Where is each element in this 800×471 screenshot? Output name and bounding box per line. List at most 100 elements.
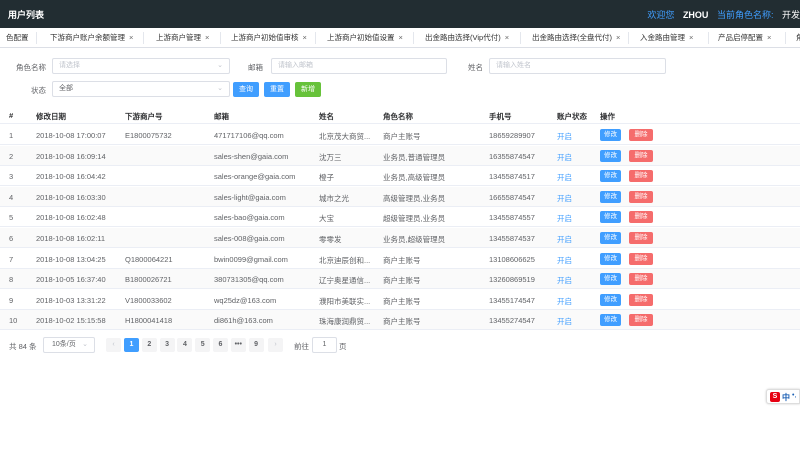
cell-phone: 13455874537	[489, 234, 535, 243]
tab-upstream-init-review[interactable]: 上游商户初始值审核 ×	[223, 28, 307, 47]
edit-button[interactable]: 修改	[600, 273, 621, 286]
cell-role: 商户主账号	[383, 255, 421, 265]
close-icon[interactable]: ×	[767, 33, 771, 42]
edit-button[interactable]: 修改	[600, 149, 621, 162]
cell-phone: 13260869519	[489, 275, 535, 285]
close-icon[interactable]: ×	[399, 33, 403, 42]
close-icon[interactable]: ×	[505, 33, 509, 42]
delete-button[interactable]: 删除	[629, 293, 653, 306]
page-size-select[interactable]: 10条/页 ⌄	[43, 337, 95, 353]
delete-button[interactable]: 删除	[629, 190, 653, 203]
tab-withdraw-full[interactable]: 出金路由选择(全盘代付) ×	[524, 28, 620, 47]
delete-button[interactable]: 删除	[629, 211, 653, 224]
ime-indicator[interactable]: S 中 •,	[766, 389, 800, 404]
edit-button[interactable]: 修改	[600, 293, 621, 306]
ime-mark: •,	[792, 392, 797, 399]
more-pages-button[interactable]: •••	[230, 338, 246, 352]
delete-button[interactable]: 删除	[629, 149, 653, 162]
cell-status[interactable]: 开启	[557, 255, 572, 266]
username[interactable]: ZHOU	[683, 10, 709, 20]
status-select[interactable]: 全部 ⌄	[52, 81, 230, 97]
tab-upstream-init-setting[interactable]: 上游商户初始值设置 ×	[319, 28, 403, 47]
close-icon[interactable]: ×	[303, 33, 307, 42]
cell-index: 4	[9, 192, 14, 202]
user-info: 欢迎您 ZHOU 当前角色名称: 开发	[647, 8, 800, 21]
table-row: 10 2018-10-02 15:15:58 H1800041418 di861h@1…	[0, 310, 800, 331]
email-input[interactable]: 请输入邮箱	[271, 58, 447, 74]
close-icon[interactable]: ×	[689, 33, 693, 42]
edit-button[interactable]: 修改	[600, 314, 621, 327]
delete-button[interactable]: 删除	[629, 232, 653, 244]
cell-merchant: E1800075732	[125, 131, 172, 140]
cell-status[interactable]: 开启	[557, 131, 572, 142]
cell-status[interactable]: 开启	[557, 234, 572, 245]
cell-role: 业务员,高级管理员	[383, 173, 446, 183]
col-name: 姓名	[319, 112, 334, 121]
query-button[interactable]: 查询	[233, 82, 259, 97]
tab-downstream-balance[interactable]: 下游商户账户余额管理 ×	[42, 28, 133, 47]
close-icon[interactable]: ×	[129, 33, 133, 42]
tab-deposit-routing[interactable]: 入金路由管理 ×	[632, 28, 693, 47]
table-row: 4 2018-10-08 16:03:30 sales-light@gaia.com…	[0, 186, 800, 207]
edit-button[interactable]: 修改	[600, 232, 621, 244]
reset-button[interactable]: 重置	[264, 82, 290, 97]
cell-status[interactable]: 开启	[557, 213, 572, 224]
delete-button[interactable]: 删除	[629, 273, 653, 286]
email-filter-label: 邮箱	[248, 63, 263, 72]
page-button[interactable]: 2	[141, 338, 157, 352]
tab-role[interactable]: 角	[788, 28, 800, 47]
edit-button[interactable]: 修改	[600, 129, 621, 141]
cell-role: 商户主账号	[383, 132, 421, 141]
ime-lang: 中	[782, 393, 790, 402]
close-icon[interactable]: ×	[205, 33, 209, 42]
tab-upstream-merchant[interactable]: 上游商户管理 ×	[148, 28, 209, 47]
cell-index: 3	[9, 172, 14, 182]
delete-button[interactable]: 删除	[629, 252, 653, 265]
cell-index: 10	[9, 316, 18, 326]
cell-role: 商户主账号	[383, 296, 421, 306]
cell-status[interactable]: 开启	[557, 275, 572, 286]
page-button[interactable]: 5	[195, 338, 211, 352]
add-button[interactable]: 新增	[295, 82, 321, 97]
edit-button[interactable]: 修改	[600, 252, 621, 265]
cell-email: wq25dz@163.com	[214, 295, 277, 305]
cell-status[interactable]: 开启	[557, 152, 572, 163]
table-row: 7 2018-10-08 13:04:25 Q1800064221 bwin0099@…	[0, 249, 800, 269]
next-page-button[interactable]: ›	[268, 338, 283, 352]
tab-bar: 色配置 下游商户账户余额管理 × 上游商户管理 × 上游商户初始值审核 × 上游商户初…	[0, 28, 800, 48]
col-role: 角色名称	[383, 112, 413, 121]
role-select[interactable]: 请选择 ⌄	[52, 58, 230, 74]
cell-phone: 13108606625	[489, 254, 535, 264]
tab-product-toggle[interactable]: 产品启停配置 ×	[710, 28, 771, 47]
close-icon[interactable]: ×	[616, 33, 620, 42]
delete-button[interactable]: 删除	[629, 170, 653, 183]
page-button[interactable]: 3	[159, 338, 175, 352]
cell-date: 2018-10-02 15:15:58	[36, 316, 106, 326]
cell-date: 2018-10-08 16:04:42	[36, 172, 106, 182]
tab-withdraw-vip[interactable]: 出金路由选择(Vip代付) ×	[417, 28, 509, 47]
cell-status[interactable]: 开启	[557, 316, 572, 327]
page-button[interactable]: 1	[124, 338, 139, 352]
cell-phone: 16355874547	[489, 151, 535, 161]
edit-button[interactable]: 修改	[600, 211, 621, 224]
cell-status[interactable]: 开启	[557, 296, 572, 307]
cell-email: sales-light@gaia.com	[214, 192, 286, 202]
delete-button[interactable]: 删除	[629, 314, 653, 327]
tab-role-config[interactable]: 色配置	[0, 28, 29, 47]
edit-button[interactable]: 修改	[600, 170, 621, 183]
page-button[interactable]: 6	[213, 338, 228, 352]
page-button[interactable]: 9	[248, 338, 264, 352]
prev-page-button[interactable]: ‹	[106, 338, 121, 352]
total-count: 共 84 条	[9, 342, 37, 351]
cell-index: 5	[9, 213, 14, 223]
col-status: 账户状态	[557, 112, 587, 121]
name-input[interactable]: 请输入姓名	[489, 58, 666, 74]
goto-page-input[interactable]: 1	[312, 337, 337, 353]
page-button[interactable]: 4	[177, 338, 193, 352]
edit-button[interactable]: 修改	[600, 190, 621, 203]
cell-status[interactable]: 开启	[557, 193, 572, 204]
col-phone: 手机号	[489, 112, 512, 121]
cell-status[interactable]: 开启	[557, 172, 572, 183]
cell-index: 7	[9, 254, 14, 264]
delete-button[interactable]: 删除	[629, 129, 653, 141]
